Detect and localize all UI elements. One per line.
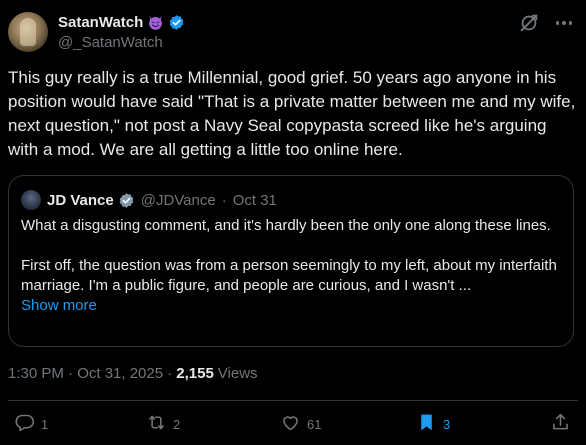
views-count: 2,155 (176, 365, 214, 382)
like-count: 61 (307, 416, 322, 432)
quoted-date: Oct 31 (232, 191, 277, 209)
tweet-meta: 1:30 PM · Oct 31, 2025 · 2,155 Views (8, 365, 258, 382)
repost-button[interactable]: 2 (146, 412, 180, 436)
views-label: Views (217, 365, 258, 382)
reply-count: 1 (41, 416, 49, 432)
author-avatar[interactable] (8, 12, 48, 52)
tweet-timestamp[interactable]: 1:30 PM · Oct 31, 2025 · (8, 365, 172, 382)
verified-badge-icon[interactable] (168, 14, 185, 31)
repost-icon (146, 412, 167, 436)
quoted-author-name: JD Vance (47, 191, 114, 209)
smiling-devil-icon (147, 14, 164, 31)
share-icon (550, 412, 571, 436)
quoted-tweet-body: What a disgusting comment, and it's hard… (21, 216, 561, 316)
bookmark-count: 3 (443, 416, 451, 432)
quoted-author-handle: @JDVance (140, 191, 216, 209)
quoted-verified-badge-icon (118, 192, 135, 209)
tweet-header: SatanWatch @_SatanWatch (8, 8, 578, 58)
quoted-tweet-header: JD Vance @JDVance · Oct 31 (21, 190, 277, 210)
author-handle[interactable]: @_SatanWatch (58, 34, 163, 51)
repost-count: 2 (173, 416, 181, 432)
bookmark-icon (416, 412, 437, 436)
grok-icon[interactable] (518, 12, 540, 34)
share-button[interactable] (550, 412, 571, 436)
quoted-paragraph-2: First off, the question was from a perso… (21, 257, 557, 294)
bookmark-button[interactable]: 3 (416, 412, 450, 436)
reply-icon (14, 412, 35, 436)
show-more-link[interactable]: Show more (21, 297, 97, 314)
like-button[interactable]: 61 (280, 412, 321, 436)
reply-button[interactable]: 1 (14, 412, 48, 436)
quoted-separator: · (221, 191, 227, 209)
author-display-name[interactable]: SatanWatch (58, 14, 143, 31)
action-bar: 1 2 61 3 (8, 412, 578, 438)
quoted-author-avatar (21, 190, 41, 210)
more-options-icon[interactable] (552, 12, 576, 34)
divider (8, 400, 578, 401)
author-name-row: SatanWatch (58, 14, 185, 31)
quoted-tweet[interactable]: JD Vance @JDVance · Oct 31 What a disgus… (8, 175, 574, 347)
heart-icon (280, 412, 301, 436)
tweet-text: This guy really is a true Millennial, go… (8, 68, 576, 159)
quoted-paragraph-1: What a disgusting comment, and it's hard… (21, 217, 551, 234)
